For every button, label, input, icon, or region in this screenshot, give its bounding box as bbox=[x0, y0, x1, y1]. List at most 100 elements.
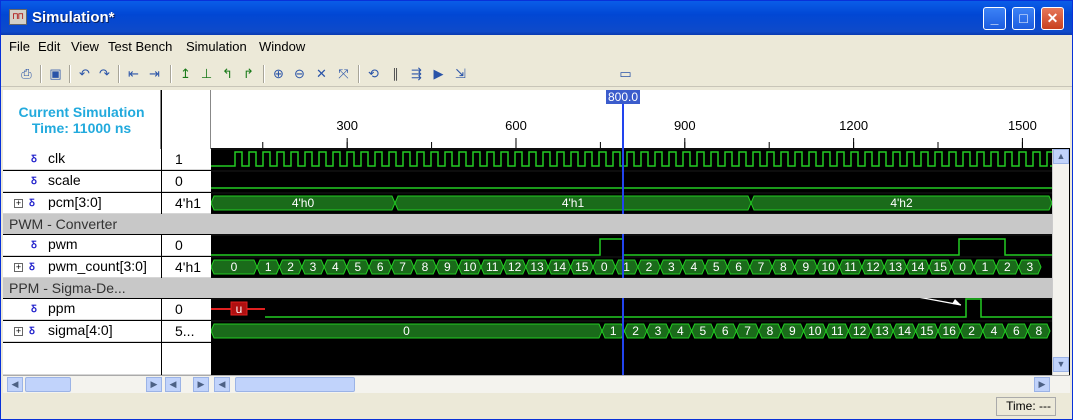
signal-name: ppm bbox=[48, 300, 76, 316]
pwm-count-value: 7 bbox=[758, 260, 765, 274]
cursor-label: 800.0 bbox=[608, 90, 638, 104]
signal-row-pcm[interactable]: + Ᵹ pcm[3:0] bbox=[3, 193, 161, 214]
pwm-count-value: 9 bbox=[444, 260, 451, 274]
pwm-count-value: 11 bbox=[486, 260, 499, 274]
signal-name: clk bbox=[48, 150, 66, 166]
signal-row-scale[interactable]: Ᵹ scale bbox=[3, 171, 161, 192]
expand-icon[interactable]: + bbox=[14, 327, 23, 336]
zoom-out-icon[interactable]: ⊖ bbox=[291, 65, 308, 82]
pwm-count-value: 4 bbox=[690, 260, 697, 274]
save-icon[interactable]: ▣ bbox=[47, 65, 64, 82]
wave-scroll-thumb[interactable] bbox=[235, 377, 355, 392]
close-button[interactable]: ✕ bbox=[1041, 7, 1064, 30]
simulation-time-header: Current Simulation Time: 11000 ns bbox=[3, 90, 161, 149]
menu-edit[interactable]: Edit bbox=[38, 39, 60, 54]
menu-file[interactable]: File bbox=[9, 39, 30, 54]
pcm-value: 4'h1 bbox=[562, 196, 585, 210]
signal-row-pwm-count[interactable]: + Ᵹ pwm_count[3:0] bbox=[3, 257, 161, 278]
minimize-button[interactable]: _ bbox=[983, 7, 1006, 30]
signal-row-pwm[interactable]: Ᵹ pwm bbox=[3, 235, 161, 256]
menu-window[interactable]: Window bbox=[259, 39, 305, 54]
time-tick-label: 1500 bbox=[1008, 118, 1037, 133]
status-bar: Time: --- bbox=[1, 394, 1072, 419]
time-tick-label: 600 bbox=[505, 118, 527, 133]
sigma-value: 10 bbox=[808, 324, 822, 338]
goto-start-icon[interactable]: ⇤ bbox=[125, 65, 142, 82]
window-layout-icon[interactable]: ▭ bbox=[617, 65, 634, 82]
pwm-count-value: 5 bbox=[713, 260, 720, 274]
scroll-left-icon[interactable]: ◀ bbox=[7, 377, 23, 392]
print-icon[interactable]: ⎙ bbox=[18, 65, 35, 82]
signal-value: 0 bbox=[162, 299, 211, 320]
menu-view[interactable]: View bbox=[71, 39, 99, 54]
scroll-left-icon[interactable]: ◀ bbox=[165, 377, 181, 392]
signal-row-clk[interactable]: Ᵹ clk bbox=[3, 149, 161, 170]
pwm-count-value: 4 bbox=[332, 260, 339, 274]
restart-icon[interactable]: ⟲ bbox=[365, 65, 382, 82]
pwm-count-value: 11 bbox=[844, 260, 857, 274]
scroll-left-icon[interactable]: ◀ bbox=[214, 377, 230, 392]
goto-end-icon[interactable]: ⇥ bbox=[146, 65, 163, 82]
expand-icon[interactable]: + bbox=[14, 263, 23, 272]
signal-name: pcm[3:0] bbox=[48, 194, 102, 210]
signal-icon: Ᵹ bbox=[31, 154, 37, 165]
pwm-count-value: 8 bbox=[780, 260, 787, 274]
zoom-full-icon[interactable]: ⤧ bbox=[335, 65, 352, 82]
group-pwm-converter[interactable]: PWM - Converter bbox=[3, 214, 1052, 234]
sigma-value: 15 bbox=[920, 324, 934, 338]
sigma-value: 5 bbox=[699, 324, 706, 338]
time-tick-label: 300 bbox=[336, 118, 358, 133]
scroll-right-icon[interactable]: ▶ bbox=[146, 377, 162, 392]
signal-name: scale bbox=[48, 172, 81, 188]
sigma-value: 3 bbox=[655, 324, 662, 338]
sigma-value: 7 bbox=[744, 324, 751, 338]
pwm-count-value: 12 bbox=[508, 260, 522, 274]
value-column-header bbox=[162, 90, 211, 149]
title-bar[interactable]: ⊓⊓ Simulation* _ □ ✕ bbox=[1, 1, 1072, 35]
name-scroll-thumb[interactable] bbox=[25, 377, 71, 392]
zoom-fit-icon[interactable]: ✕ bbox=[313, 65, 330, 82]
previous-transition-icon[interactable]: ↰ bbox=[219, 65, 236, 82]
vertical-scrollbar[interactable]: ▲ ▼ bbox=[1052, 149, 1069, 375]
pwm-count-value: 13 bbox=[889, 260, 903, 274]
zoom-in-icon[interactable]: ⊕ bbox=[270, 65, 287, 82]
next-transition-icon[interactable]: ↱ bbox=[240, 65, 257, 82]
signal-name: sigma[4:0] bbox=[48, 322, 113, 338]
run-icon[interactable]: ▶ bbox=[430, 65, 447, 82]
scroll-up-icon[interactable]: ▲ bbox=[1053, 149, 1069, 164]
marker-align-icon[interactable]: ⊥ bbox=[198, 65, 215, 82]
expand-icon[interactable]: + bbox=[14, 199, 23, 208]
undo-icon[interactable]: ↶ bbox=[76, 65, 93, 82]
signal-row-ppm[interactable]: Ᵹ ppm bbox=[3, 299, 161, 320]
sigma-value: 11 bbox=[831, 324, 844, 338]
signal-value: 0 bbox=[162, 171, 211, 192]
pwm-count-value: 13 bbox=[530, 260, 544, 274]
run-for-icon[interactable]: ⇶ bbox=[408, 65, 425, 82]
redo-icon[interactable]: ↷ bbox=[96, 65, 113, 82]
group-ppm-sigma[interactable]: PPM - Sigma-De... bbox=[3, 278, 1052, 298]
sigma-value: 4 bbox=[991, 324, 998, 338]
ppm-wave bbox=[265, 298, 1052, 318]
window-title: Simulation* bbox=[32, 9, 115, 26]
menu-bar: File Edit View Test Bench Simulation Win… bbox=[1, 36, 1072, 58]
horizontal-scrollbars[interactable]: ◀ ▶ ◀ ▶ ◀ ▶ bbox=[3, 375, 1070, 393]
signal-name: pwm bbox=[48, 236, 78, 252]
menu-simulation[interactable]: Simulation bbox=[186, 39, 247, 54]
maximize-button[interactable]: □ bbox=[1012, 7, 1035, 30]
scroll-right-icon[interactable]: ▶ bbox=[1034, 377, 1050, 392]
signal-value: 4'h1 bbox=[162, 257, 211, 278]
pcm-value: 4'h2 bbox=[890, 196, 913, 210]
marker-icon[interactable]: ↥ bbox=[177, 65, 194, 82]
step-icon[interactable]: ⇲ bbox=[452, 65, 469, 82]
menu-test-bench[interactable]: Test Bench bbox=[108, 39, 172, 54]
empty-name-area bbox=[3, 343, 161, 375]
sigma-value: 1 bbox=[610, 324, 617, 338]
scroll-down-icon[interactable]: ▼ bbox=[1053, 357, 1069, 372]
sigma-value: 9 bbox=[789, 324, 796, 338]
pause-icon[interactable]: ∥ bbox=[387, 65, 404, 82]
bus-icon: Ᵹ bbox=[29, 262, 35, 273]
scroll-right-icon[interactable]: ▶ bbox=[193, 377, 209, 392]
toolbar-separator bbox=[263, 65, 265, 83]
signal-row-sigma[interactable]: + Ᵹ sigma[4:0] bbox=[3, 321, 161, 342]
header-line-2: Time: 11000 ns bbox=[31, 120, 132, 136]
